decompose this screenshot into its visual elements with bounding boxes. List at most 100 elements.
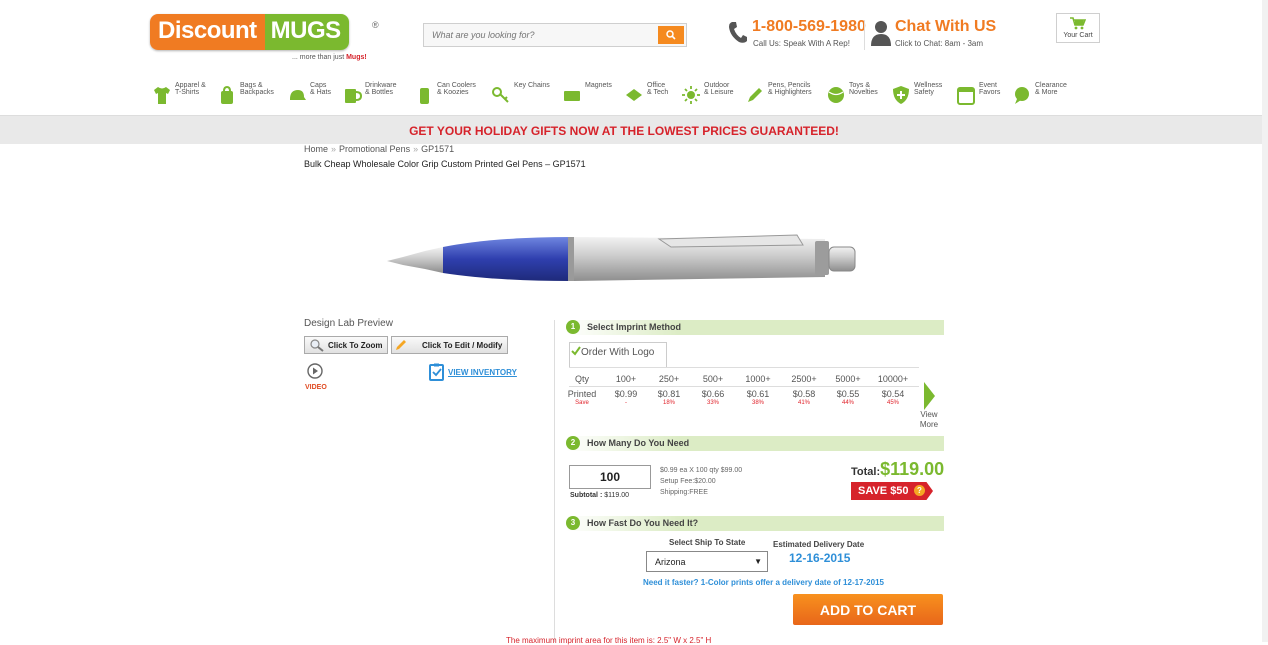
quantity-input[interactable]: [570, 466, 650, 488]
pricing-save: 18%: [662, 400, 675, 406]
help-icon[interactable]: ?: [914, 485, 925, 496]
save-badge-text: SAVE $50: [858, 485, 909, 497]
zoom-button[interactable]: Click To Zoom: [304, 336, 388, 354]
header-divider: [864, 20, 865, 50]
nav-item-can-coolers[interactable]: Can Coolers & Koozies: [414, 82, 476, 105]
step3-number: 3: [566, 516, 580, 530]
breakdown-shipping: Shipping:FREE: [660, 489, 708, 496]
price-breakdown: $0.99 ea X 100 qty $99.00 Setup Fee:$20.…: [660, 465, 742, 498]
total-label: Total:: [851, 466, 881, 478]
cart-button[interactable]: Your Cart: [1056, 13, 1100, 43]
breadcrumb-separator: »: [331, 144, 337, 154]
nav-item-caps[interactable]: Caps & Hats: [287, 82, 331, 105]
total-value: $119.00: [880, 459, 945, 479]
arrow-right-icon: [923, 382, 935, 410]
nav-label: Magnets: [585, 82, 612, 89]
pricing-price-label: Printed: [567, 389, 597, 399]
pricing-save: -: [625, 400, 627, 406]
nav-item-pens[interactable]: Pens, Pencils & Highlighters: [745, 82, 812, 105]
breadcrumb-home[interactable]: Home: [304, 144, 328, 154]
pricing-row-divider: [569, 386, 919, 387]
nav-item-clearance[interactable]: Clearance & More: [1012, 82, 1067, 105]
search-input[interactable]: [424, 24, 652, 46]
pencil-icon: [396, 340, 406, 350]
chat-title[interactable]: Chat With US: [895, 18, 996, 36]
pricing-save: 44%: [841, 400, 854, 406]
pricing-price: $0.54: [881, 389, 905, 399]
nav-item-outdoor[interactable]: Outdoor & Leisure: [681, 82, 734, 105]
nav-item-magnets[interactable]: Magnets: [562, 82, 612, 105]
nav-label: Apparel & T-Shirts: [175, 82, 206, 96]
nav-label: Event Favors: [979, 82, 1001, 96]
nav-label: Caps & Hats: [310, 82, 332, 96]
breadcrumb: Home» Promotional Pens» GP1571: [304, 144, 454, 154]
nav-label: Toys & Novelties: [849, 82, 878, 96]
ship-state-value: Arizona: [655, 557, 686, 567]
imprint-area-note: The maximum imprint area for this item i…: [506, 636, 712, 645]
nav-label: Pens, Pencils & Highlighters: [768, 82, 812, 96]
promo-banner-text: GET YOUR HOLIDAY GIFTS NOW AT THE LOWEST…: [409, 124, 839, 138]
nav-item-event[interactable]: Event Favors: [956, 82, 1000, 105]
bag-icon: [221, 85, 233, 104]
phone-number[interactable]: 1-800-569-1980: [752, 18, 866, 36]
subtotal: Subtotal : $119.00: [570, 492, 629, 499]
nav-label: Outdoor & Leisure: [704, 82, 734, 96]
mug-icon: [345, 89, 362, 103]
site-logo[interactable]: Discount MUGS ® ... more than just Mugs!: [150, 14, 380, 66]
nav-item-drinkware[interactable]: Drinkware & Bottles: [342, 82, 397, 105]
pricing-qty: 500+: [702, 374, 724, 384]
view-inventory-label: VIEW INVENTORY: [448, 367, 517, 377]
breadcrumb-category[interactable]: Promotional Pens: [339, 144, 410, 154]
clipboard-icon: [429, 363, 444, 381]
tshirt-icon: [154, 87, 170, 104]
step1-number: 1: [566, 320, 580, 334]
phone-icon: [729, 22, 747, 43]
search-button[interactable]: [658, 26, 684, 44]
pricing-qty: 2500+: [791, 374, 817, 384]
view-more-button[interactable]: View More: [918, 382, 940, 430]
tagline-emph: Mugs!: [346, 54, 367, 61]
breakdown-unit: $0.99 ea X 100 qty $99.00: [660, 467, 743, 474]
edit-modify-button[interactable]: Click To Edit / Modify: [391, 336, 508, 354]
ship-state-select[interactable]: Arizona ▼: [646, 551, 768, 572]
nav-label: Can Coolers & Koozies: [437, 82, 476, 96]
phone-subtext: Call Us: Speak With A Rep!: [753, 39, 850, 48]
nav-item-toys[interactable]: Toys & Novelties: [826, 82, 878, 105]
check-icon: [571, 346, 581, 356]
pricing-save: 41%: [797, 400, 810, 406]
pricing-price: $0.99: [614, 389, 638, 399]
ship-state-label: Select Ship To State: [669, 538, 746, 547]
ball-icon: [828, 87, 844, 103]
calendar-icon: [957, 87, 975, 105]
breakdown-setup: Setup Fee:$20.00: [660, 478, 716, 485]
nav-item-key-chains[interactable]: Key Chains: [491, 82, 550, 105]
magnifier-icon: [310, 339, 324, 352]
tab-label: Order With Logo: [581, 347, 655, 358]
breadcrumb-current: GP1571: [421, 144, 455, 154]
tab-order-with-logo[interactable]: Order With Logo: [569, 342, 667, 368]
video-button[interactable]: VIDEO: [305, 363, 327, 391]
step1-title: Select Imprint Method: [587, 322, 682, 332]
office-icon: [626, 89, 642, 101]
step2-number: 2: [566, 436, 580, 450]
pricing-qty-label: Qty: [574, 374, 589, 384]
nav-item-wellness[interactable]: Wellness Safety: [891, 82, 942, 105]
play-icon: [307, 363, 323, 379]
view-inventory-link[interactable]: VIEW INVENTORY: [429, 363, 517, 381]
add-to-cart-button[interactable]: ADD TO CART: [793, 594, 943, 625]
nav-item-bags[interactable]: Bags & Backpacks: [217, 82, 274, 105]
pricing-save: 33%: [706, 400, 719, 406]
product-title: Bulk Cheap Wholesale Color Grip Custom P…: [304, 159, 586, 169]
can-icon: [420, 88, 429, 104]
product-image[interactable]: [385, 185, 860, 303]
subtotal-value: $119.00: [604, 492, 630, 499]
estimated-delivery-date: 12-16-2015: [789, 551, 851, 565]
logo-tagline: ... more than just Mugs!: [292, 54, 367, 61]
nav-item-apparel[interactable]: Apparel & T-Shirts: [152, 82, 206, 105]
faster-delivery-link[interactable]: Need it faster? 1-Color prints offer a d…: [643, 578, 884, 587]
nav-label: Office & Tech: [647, 82, 669, 96]
save-badge: SAVE $50 ?: [851, 482, 933, 500]
nav-item-office[interactable]: Office & Tech: [624, 82, 668, 105]
pricing-save: 45%: [886, 400, 899, 406]
scrollbar[interactable]: [1262, 0, 1268, 642]
